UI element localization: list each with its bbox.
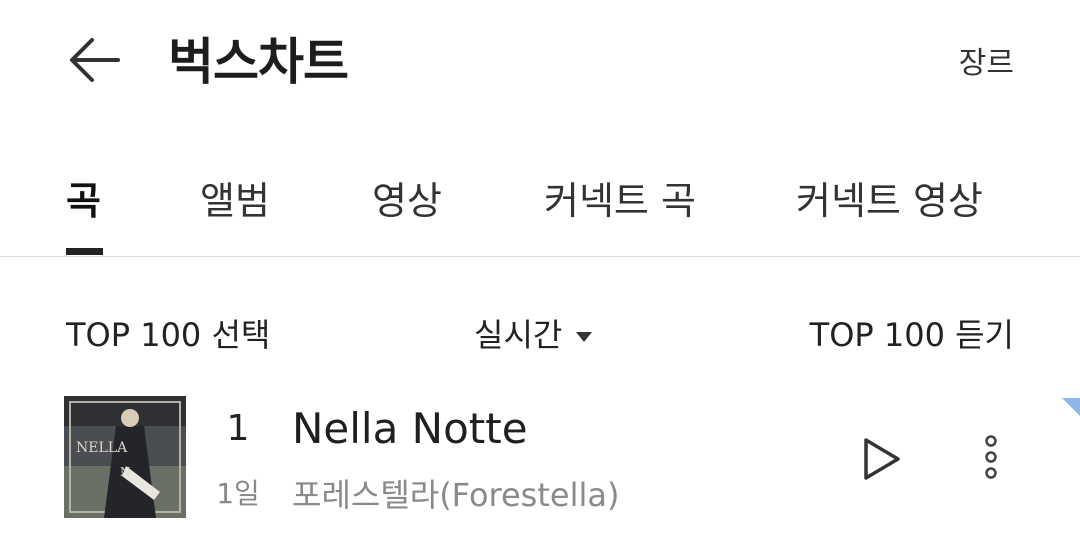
- tab-songs[interactable]: 곡: [66, 170, 101, 225]
- tabs-divider: [0, 256, 1080, 257]
- tab-connect-videos[interactable]: 커넥트 영상: [796, 170, 983, 225]
- tab-albums[interactable]: 앨범: [200, 170, 270, 225]
- app-header: 벅스차트 장르: [0, 0, 1080, 112]
- more-options-button[interactable]: [976, 432, 1006, 482]
- tab-connect-songs[interactable]: 커넥트 곡: [544, 170, 696, 225]
- rank-number: 1: [226, 408, 250, 449]
- period-label: 실시간: [474, 316, 563, 354]
- svg-text:N: N: [120, 465, 131, 479]
- genre-button[interactable]: 장르: [959, 38, 1014, 82]
- caret-down-icon: [576, 332, 593, 342]
- corner-marker: [1062, 398, 1080, 416]
- chart-tabs: 곡 앨범 영상 커넥트 곡 커넥트 영상: [0, 150, 1080, 256]
- svg-text:NELLA: NELLA: [76, 440, 128, 456]
- artist-name[interactable]: 포레스텔라(Forestella): [292, 470, 619, 516]
- play-button[interactable]: [858, 434, 906, 484]
- top100-select-button[interactable]: TOP 100 선택: [66, 310, 270, 356]
- active-tab-indicator: [66, 248, 103, 255]
- more-vertical-icon: [985, 435, 997, 479]
- album-art: NELLA N: [64, 396, 186, 518]
- period-dropdown[interactable]: 실시간: [474, 310, 593, 356]
- page-title: 벅스차트: [168, 33, 349, 91]
- arrow-left-icon: [70, 38, 120, 82]
- days-on-chart: 1일: [216, 477, 260, 510]
- top100-listen-button[interactable]: TOP 100 듣기: [810, 310, 1014, 356]
- chart-row[interactable]: NELLA N 1 1일 Nella Notte 포레스텔라(Forestell…: [0, 386, 1080, 526]
- back-button[interactable]: [66, 36, 122, 84]
- play-icon: [864, 438, 900, 480]
- chart-controls: TOP 100 선택 실시간 TOP 100 듣기: [0, 300, 1080, 360]
- tab-videos[interactable]: 영상: [372, 170, 442, 225]
- song-title[interactable]: Nella Notte: [292, 404, 528, 453]
